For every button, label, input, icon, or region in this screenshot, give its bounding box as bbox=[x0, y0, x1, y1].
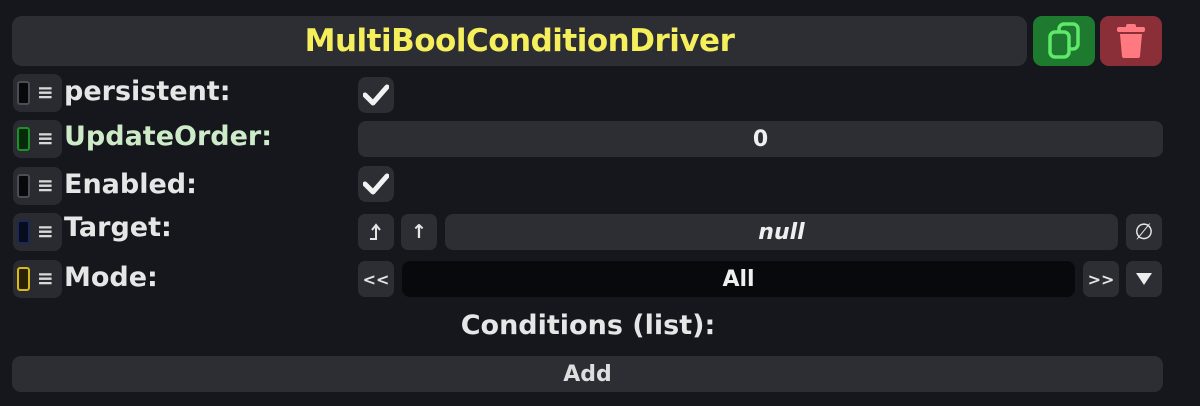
menu-icon: ≡ bbox=[37, 80, 54, 104]
label-updateorder: UpdateOrder: bbox=[64, 121, 273, 152]
type-swatch bbox=[17, 267, 30, 291]
triangle-down-icon bbox=[1136, 273, 1152, 285]
duplicate-button[interactable] bbox=[1033, 16, 1095, 66]
conditions-list-title: Conditions (list): bbox=[460, 310, 716, 341]
delete-button[interactable] bbox=[1100, 16, 1162, 66]
label-enabled: Enabled: bbox=[64, 169, 197, 200]
field-handle-updateorder[interactable]: ≡ bbox=[13, 120, 62, 158]
mode-value-field[interactable]: All bbox=[402, 261, 1075, 297]
field-handle-enabled[interactable]: ≡ bbox=[13, 167, 62, 205]
type-swatch bbox=[17, 81, 30, 105]
mode-next-button[interactable]: >> bbox=[1083, 261, 1119, 297]
type-swatch bbox=[17, 127, 30, 151]
menu-icon: ≡ bbox=[37, 219, 54, 243]
checkbox-persistent[interactable] bbox=[358, 77, 394, 113]
label-mode: Mode: bbox=[64, 262, 158, 293]
type-swatch bbox=[17, 220, 30, 244]
trash-icon bbox=[1117, 24, 1145, 58]
checkmark-icon bbox=[363, 173, 389, 195]
add-condition-button[interactable]: Add bbox=[12, 356, 1163, 392]
null-set-icon: ∅ bbox=[1134, 219, 1154, 245]
arrow-up-icon: ↑ bbox=[411, 221, 427, 243]
menu-icon: ≡ bbox=[37, 126, 54, 150]
label-target: Target: bbox=[64, 212, 172, 243]
label-persistent: persistent: bbox=[64, 76, 231, 107]
select-parent-button[interactable]: ↑ bbox=[401, 214, 437, 250]
field-handle-target[interactable]: ≡ bbox=[13, 213, 62, 251]
checkbox-enabled[interactable] bbox=[358, 166, 394, 202]
duplicate-icon bbox=[1048, 22, 1080, 59]
field-handle-persistent[interactable]: ≡ bbox=[13, 74, 62, 112]
mode-dropdown-button[interactable] bbox=[1126, 261, 1162, 297]
updateorder-input[interactable]: 0 bbox=[358, 121, 1163, 157]
menu-icon: ≡ bbox=[37, 266, 54, 290]
field-handle-mode[interactable]: ≡ bbox=[13, 260, 62, 298]
jump-to-target-button[interactable] bbox=[358, 214, 394, 250]
jump-up-icon bbox=[370, 223, 381, 240]
mode-previous-button[interactable]: << bbox=[358, 261, 394, 297]
type-swatch bbox=[17, 174, 30, 198]
clear-target-button[interactable]: ∅ bbox=[1126, 214, 1162, 250]
component-title: MultiBoolConditionDriver bbox=[12, 16, 1027, 66]
menu-icon: ≡ bbox=[37, 173, 54, 197]
checkmark-icon bbox=[363, 84, 389, 106]
target-reference-field[interactable]: null bbox=[445, 214, 1118, 250]
